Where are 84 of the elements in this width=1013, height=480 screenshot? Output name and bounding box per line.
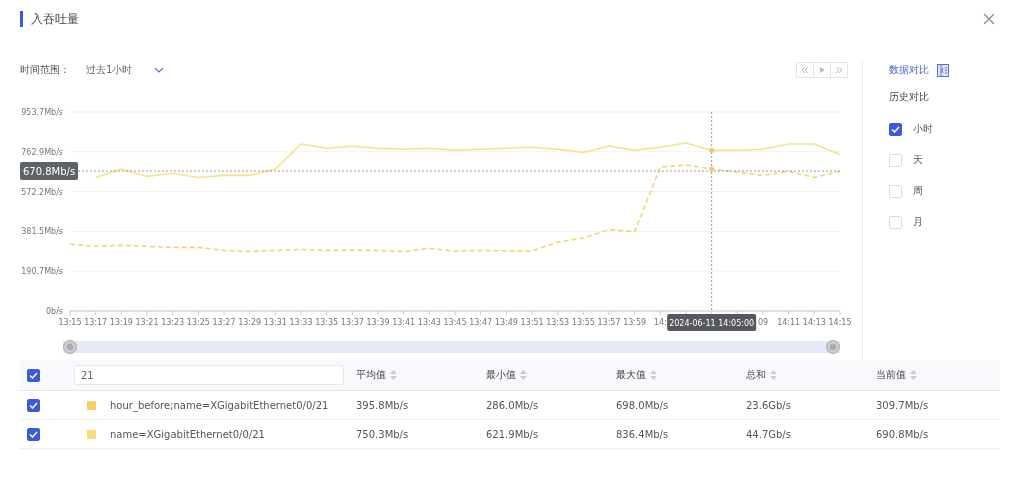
slider-handle[interactable] [63, 340, 77, 354]
y-axis-label: 0b/s [45, 307, 63, 316]
table-cell: 309.7Mb/s [876, 399, 929, 411]
history-compare-label: 历史对比 [889, 90, 930, 104]
table-cell: 23.6Gb/s [746, 399, 791, 411]
table-cell: 690.8Mb/s [876, 428, 929, 440]
x-axis-label: 13:31 [263, 318, 287, 327]
x-axis-label: 13:45 [443, 318, 467, 327]
time-range-select[interactable]: 过去1小时 [84, 63, 165, 77]
time-range-label: 时间范围： [20, 63, 70, 77]
option-label: 天 [913, 153, 923, 167]
last-page-button[interactable] [830, 62, 848, 78]
option-label: 月 [913, 215, 923, 229]
table-cell: 621.9Mb/s [486, 428, 539, 440]
x-axis-label: 13:39 [366, 318, 390, 327]
play-button[interactable] [813, 62, 831, 78]
table-cell: 836.4Mb/s [616, 428, 669, 440]
x-axis-label: 13:51 [520, 318, 544, 327]
series-name: hour_before;name=XGigabitEthernet0/0/21 [110, 399, 329, 411]
x-axis-label: 13:49 [494, 318, 518, 327]
table-cell: 286.0Mb/s [486, 399, 539, 411]
sort-icon[interactable] [770, 370, 777, 380]
x-axis-label: 13:41 [392, 318, 416, 327]
y-axis-label: 572.2Mb/s [21, 187, 63, 197]
y-axis-label: 381.5Mb/s [21, 227, 63, 237]
x-axis-label: 13:55 [571, 318, 595, 327]
option-label: 小时 [913, 122, 933, 136]
close-icon[interactable] [983, 13, 995, 25]
row-checkbox[interactable] [27, 398, 40, 412]
ref-line-label: 670.8Mb/s [22, 166, 76, 178]
sort-icon[interactable] [520, 370, 527, 380]
sort-icon[interactable] [390, 370, 397, 380]
tooltip: 2024-06-11 14:05:00 [667, 314, 757, 331]
column-header[interactable]: 最小值 [486, 368, 516, 382]
x-axis-label: 13:59 [623, 318, 647, 327]
option-label: 周 [913, 184, 923, 198]
column-header[interactable]: 当前值 [876, 368, 906, 382]
table-cell: 698.0Mb/s [616, 399, 669, 411]
x-axis-label: 13:25 [186, 318, 210, 327]
table-cell: 395.8Mb/s [356, 399, 409, 411]
x-axis-label: 14: [653, 318, 667, 327]
sort-icon[interactable] [650, 370, 657, 380]
x-axis-label: 13:27 [212, 318, 236, 327]
search-field[interactable]: 21 [74, 365, 344, 385]
x-axis-label: 13:33 [289, 318, 313, 327]
column-header[interactable]: 总和 [746, 368, 766, 382]
x-axis-label: 13:35 [315, 318, 339, 327]
slider-handle[interactable] [826, 340, 840, 354]
x-axis-label: 13:53 [546, 318, 570, 327]
x-axis-label: 13:37 [340, 318, 364, 327]
row-checkbox[interactable] [27, 427, 40, 441]
checkbox[interactable] [889, 122, 902, 136]
x-axis-label: 14:15 [828, 318, 852, 327]
x-axis-label: 13:17 [84, 318, 108, 327]
x-axis-label: 13:57 [597, 318, 621, 327]
x-axis-label: 13:21 [135, 318, 159, 327]
select-all-checkbox[interactable] [27, 368, 40, 382]
column-header[interactable]: 平均值 [356, 368, 386, 382]
y-axis-label: 190.7Mb/s [21, 267, 63, 277]
series-name: name=XGigabitEthernet0/0/21 [110, 428, 265, 440]
x-axis-label: 13:23 [161, 318, 185, 327]
double-chevron-right-icon [835, 67, 843, 73]
x-axis-label: 14:11 [777, 318, 801, 327]
play-icon [819, 67, 825, 73]
column-header[interactable]: 最大值 [616, 368, 646, 382]
table-cell: 44.7Gb/s [746, 428, 791, 440]
x-axis-label: 13:19 [109, 318, 133, 327]
y-axis-label: 953.7Mb/s [21, 108, 63, 117]
x-axis-label: 09 [757, 318, 769, 327]
x-axis-label: 13:47 [469, 318, 493, 327]
first-page-button[interactable] [796, 62, 814, 78]
dialog-title: 入吞吐量 [31, 10, 80, 28]
x-axis-label: 13:15 [58, 318, 82, 327]
double-chevron-left-icon [801, 67, 809, 73]
chevron-down-icon [154, 67, 165, 73]
y-axis-label: 762.9Mb/s [21, 147, 63, 157]
x-axis-label: 13:43 [417, 318, 441, 327]
table-cell: 750.3Mb/s [356, 428, 409, 440]
x-axis-label: 14:13 [802, 318, 826, 327]
x-axis-label: 13:29 [238, 318, 262, 327]
value-badge: 670.8Mb/s [20, 162, 78, 181]
data-compare-link[interactable]: 数据对比 [889, 63, 929, 77]
sort-icon[interactable] [910, 370, 917, 380]
panel-icon[interactable] [937, 63, 949, 77]
